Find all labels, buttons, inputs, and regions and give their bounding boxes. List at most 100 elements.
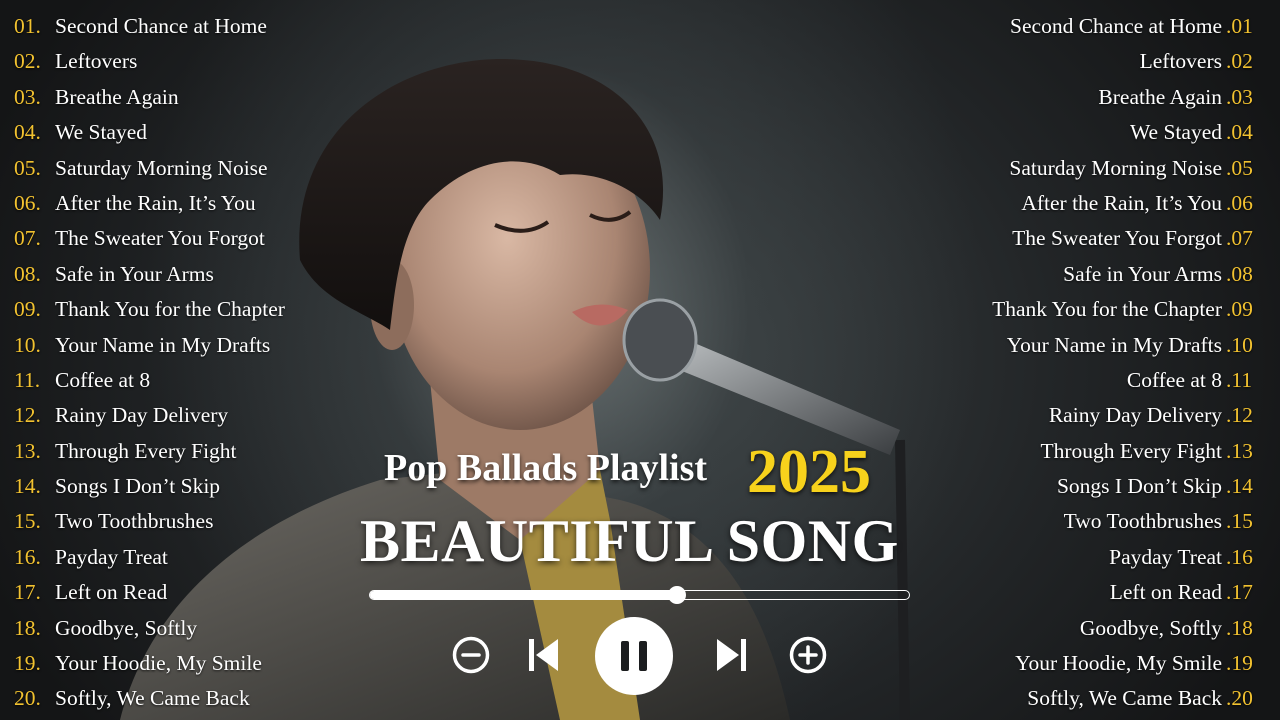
track-number: 06.: [14, 190, 41, 215]
track-number: .08: [1226, 261, 1253, 286]
track-item[interactable]: 02. Leftovers: [14, 44, 285, 79]
track-item[interactable]: 18. Goodbye, Softly: [14, 611, 285, 646]
track-number: .10: [1226, 332, 1253, 357]
track-item[interactable]: Softly, We Came Back .20: [992, 681, 1264, 716]
track-item[interactable]: Rainy Day Delivery .12: [992, 398, 1264, 433]
track-item[interactable]: 12. Rainy Day Delivery: [14, 398, 285, 433]
track-number: .05: [1226, 155, 1253, 180]
playlist-subtitle: Pop Ballads Playlist: [384, 447, 708, 489]
track-number: 16.: [14, 544, 41, 569]
track-title: Rainy Day Delivery: [55, 403, 229, 428]
track-number: .19: [1226, 651, 1253, 676]
track-title: Through Every Fight: [55, 438, 237, 463]
track-number: .14: [1226, 474, 1253, 499]
track-number: 03.: [14, 84, 41, 109]
track-number: 13.: [14, 438, 41, 463]
track-item[interactable]: The Sweater You Forgot .07: [992, 221, 1264, 256]
track-item[interactable]: 06. After the Rain, It’s You: [14, 186, 285, 221]
track-title: Second Chance at Home: [55, 14, 267, 38]
track-item[interactable]: Breathe Again .03: [992, 80, 1264, 115]
track-number: 12.: [14, 403, 41, 428]
track-number: .18: [1226, 615, 1253, 640]
track-title: We Stayed: [55, 120, 148, 145]
track-item[interactable]: 19. Your Hoodie, My Smile: [14, 646, 285, 681]
track-item[interactable]: Goodbye, Softly .18: [992, 611, 1264, 646]
track-item[interactable]: 03. Breathe Again: [14, 80, 285, 115]
track-item[interactable]: Leftovers .02: [992, 44, 1264, 79]
track-title: Second Chance at Home: [1010, 14, 1222, 38]
track-item[interactable]: 07. The Sweater You Forgot: [14, 221, 285, 256]
track-number: .20: [1226, 686, 1253, 711]
track-title: The Sweater You Forgot: [1012, 226, 1222, 251]
track-item[interactable]: Two Toothbrushes .15: [992, 504, 1264, 539]
track-item[interactable]: We Stayed .04: [992, 115, 1264, 150]
track-item[interactable]: Your Hoodie, My Smile .19: [992, 646, 1264, 681]
track-number: 02.: [14, 49, 41, 74]
track-number: 05.: [14, 155, 41, 180]
track-item[interactable]: Thank You for the Chapter .09: [992, 292, 1264, 327]
progress-fill: [370, 591, 678, 599]
track-item[interactable]: Songs I Don’t Skip .14: [992, 469, 1264, 504]
track-number: .15: [1226, 509, 1253, 534]
minus-circle-icon[interactable]: [452, 636, 490, 674]
track-item[interactable]: 14. Songs I Don’t Skip: [14, 469, 285, 504]
track-number: 20.: [14, 686, 41, 711]
track-number: .07: [1226, 226, 1253, 251]
track-title: Breathe Again: [1098, 84, 1222, 109]
plus-circle-icon[interactable]: [789, 636, 827, 674]
skip-next-icon[interactable]: [715, 637, 747, 673]
track-item[interactable]: 01. Second Chance at Home: [14, 9, 285, 44]
track-number: .17: [1226, 580, 1253, 605]
track-number: 07.: [14, 226, 41, 251]
thumbnail-canvas: 01. Second Chance at Home 02. Leftovers 03. B…: [0, 0, 1280, 720]
track-number: 01.: [14, 14, 41, 38]
track-title: Safe in Your Arms: [1063, 261, 1222, 286]
track-title: Payday Treat: [1109, 544, 1222, 569]
skip-previous-icon[interactable]: [528, 637, 560, 673]
track-title: Your Name in My Drafts: [55, 332, 271, 357]
track-title: Goodbye, Softly: [55, 615, 198, 640]
track-title: Two Toothbrushes: [55, 509, 214, 534]
track-item[interactable]: 05. Saturday Morning Noise: [14, 151, 285, 186]
track-item[interactable]: Left on Read .17: [992, 575, 1264, 610]
track-title: Left on Read: [1109, 580, 1222, 605]
track-item[interactable]: 10. Your Name in My Drafts: [14, 328, 285, 363]
track-number: 04.: [14, 120, 41, 145]
track-item[interactable]: 04. We Stayed: [14, 115, 285, 150]
pause-button[interactable]: [594, 616, 674, 696]
track-item[interactable]: 17. Left on Read: [14, 575, 285, 610]
track-item[interactable]: Safe in Your Arms .08: [992, 257, 1264, 292]
track-item[interactable]: Through Every Fight .13: [992, 434, 1264, 469]
track-item[interactable]: 20. Softly, We Came Back: [14, 681, 285, 716]
track-item[interactable]: Your Name in My Drafts .10: [992, 328, 1264, 363]
track-title: After the Rain, It’s You: [55, 190, 256, 215]
track-title: Thank You for the Chapter: [992, 297, 1222, 322]
track-item[interactable]: Second Chance at Home .01: [992, 9, 1264, 44]
track-item[interactable]: Payday Treat .16: [992, 540, 1264, 575]
track-number: .09: [1226, 297, 1253, 322]
track-item[interactable]: 13. Through Every Fight: [14, 434, 285, 469]
track-number: 10.: [14, 332, 41, 357]
track-title: Songs I Don’t Skip: [1056, 474, 1222, 499]
track-title: Two Toothbrushes: [1063, 509, 1222, 534]
track-item[interactable]: 08. Safe in Your Arms: [14, 257, 285, 292]
track-item[interactable]: 11. Coffee at 8: [14, 363, 285, 398]
track-title: Softly, We Came Back: [55, 686, 250, 711]
track-number: .06: [1226, 190, 1253, 215]
track-title: Leftovers: [55, 49, 138, 74]
track-title: Through Every Fight: [1040, 438, 1222, 463]
track-number: .13: [1226, 438, 1253, 463]
track-title: Rainy Day Delivery: [1048, 403, 1222, 428]
track-title: The Sweater You Forgot: [55, 226, 265, 251]
progress-bar[interactable]: [369, 586, 910, 604]
track-item[interactable]: 16. Payday Treat: [14, 540, 285, 575]
track-item[interactable]: 15. Two Toothbrushes: [14, 504, 285, 539]
track-title: Coffee at 8: [55, 367, 151, 392]
track-item[interactable]: After the Rain, It’s You .06: [992, 186, 1264, 221]
tracklist-left: 01. Second Chance at Home 02. Leftovers 03. B…: [14, 9, 285, 717]
track-item[interactable]: Coffee at 8.11: [992, 363, 1264, 398]
track-number: .16: [1226, 544, 1253, 569]
track-item[interactable]: Saturday Morning Noise .05: [992, 151, 1264, 186]
track-item[interactable]: 09. Thank You for the Chapter: [14, 292, 285, 327]
track-title: Your Name in My Drafts: [1006, 332, 1222, 357]
